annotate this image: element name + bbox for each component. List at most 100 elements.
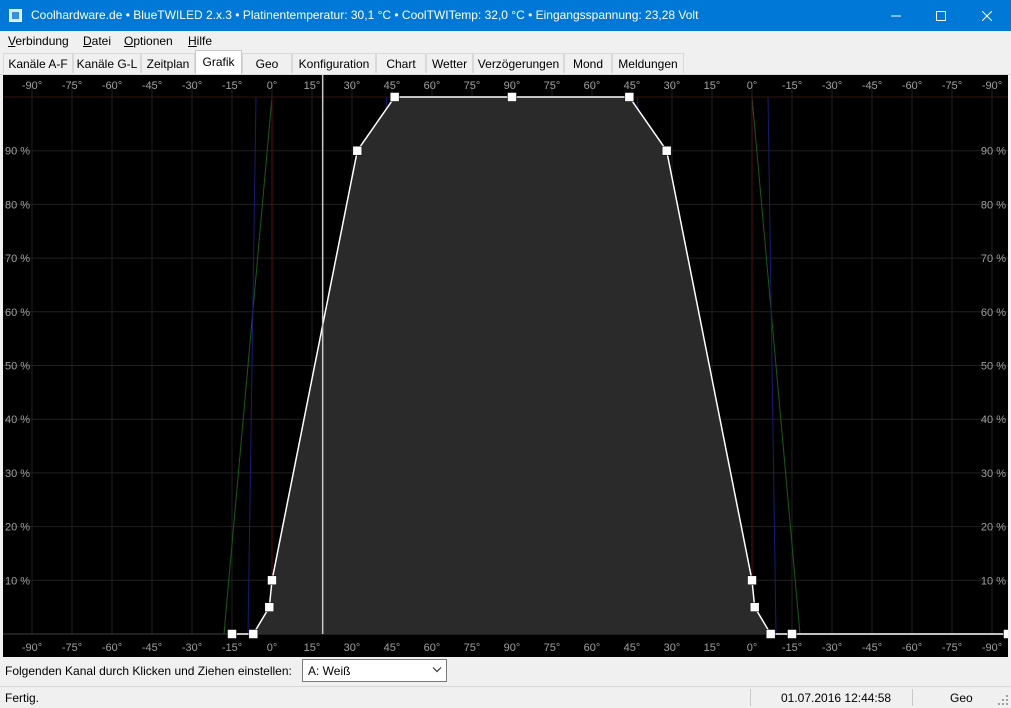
x-tick-label-bottom: -30° bbox=[822, 642, 842, 654]
maximize-icon bbox=[936, 10, 946, 21]
minimize-icon bbox=[891, 15, 901, 16]
x-tick-label-bottom: -60° bbox=[902, 642, 922, 654]
tab-wetter[interactable]: Wetter bbox=[426, 53, 473, 73]
tab-konfiguration[interactable]: Konfiguration bbox=[292, 53, 376, 73]
curve-handle[interactable] bbox=[661, 145, 672, 156]
channel-select[interactable]: A: Weiß bbox=[302, 659, 447, 682]
x-tick-label-bottom: 30° bbox=[344, 642, 361, 654]
tab-grafik[interactable]: Grafik bbox=[195, 50, 242, 74]
curve-handle[interactable] bbox=[264, 602, 275, 612]
channel-select-value: A: Weiß bbox=[308, 664, 351, 678]
x-tick-label-top: 60° bbox=[424, 80, 441, 92]
minimize-button[interactable] bbox=[873, 0, 919, 31]
curve-handle[interactable] bbox=[749, 602, 760, 612]
y-tick-label-right: 30 % bbox=[981, 468, 1006, 480]
y-tick-label-right: 60 % bbox=[981, 307, 1006, 319]
menu-bar: Verbindung Datei Optionen Hilfe bbox=[0, 31, 1011, 51]
y-tick-label-left: 80 % bbox=[5, 199, 30, 211]
x-tick-label-top: 90° bbox=[504, 80, 521, 92]
x-tick-label-top: -15° bbox=[782, 80, 802, 92]
curve-handle[interactable] bbox=[765, 629, 776, 639]
x-tick-label-bottom: -75° bbox=[62, 642, 82, 654]
x-tick-label-bottom: -15° bbox=[222, 642, 242, 654]
curve-handle[interactable] bbox=[624, 92, 635, 102]
curve-handle[interactable] bbox=[389, 92, 400, 102]
tab-strip: Kanäle A-F Kanäle G-L Zeitplan Grafik Ge… bbox=[0, 50, 1011, 75]
chart-canvas[interactable]: -90° -90° -75° -75° -60° -60° -45° -45° -30° -30°… bbox=[3, 75, 1008, 657]
y-tick-label-left: 70 % bbox=[5, 253, 30, 265]
maximize-button[interactable] bbox=[918, 0, 964, 31]
x-tick-label-bottom: 0° bbox=[747, 642, 758, 654]
x-tick-label-bottom: -75° bbox=[942, 642, 962, 654]
sun-curve-chart[interactable]: -90° -90° -75° -75° -60° -60° -45° -45° -30° -30°… bbox=[3, 75, 1008, 657]
close-button[interactable] bbox=[964, 0, 1010, 31]
x-tick-label-bottom: 90° bbox=[504, 642, 521, 654]
x-tick-label-top: -30° bbox=[822, 80, 842, 92]
tab-mond[interactable]: Mond bbox=[564, 53, 612, 73]
menu-verbindung[interactable]: Verbindung bbox=[8, 34, 69, 48]
curve-handle[interactable] bbox=[747, 575, 757, 586]
x-tick-label-bottom: 60° bbox=[584, 642, 601, 654]
x-tick-label-bottom: -90° bbox=[22, 642, 42, 654]
x-tick-label-bottom: 75° bbox=[464, 642, 481, 654]
x-tick-label-top: 30° bbox=[664, 80, 681, 92]
tab-meldungen[interactable]: Meldungen bbox=[612, 53, 684, 73]
x-tick-label-top: 30° bbox=[344, 80, 361, 92]
y-tick-label-left: 10 % bbox=[5, 575, 30, 587]
x-tick-label-top: -45° bbox=[142, 80, 162, 92]
x-tick-label-top: 75° bbox=[464, 80, 481, 92]
x-tick-label-bottom: 0° bbox=[267, 642, 278, 654]
y-tick-label-right: 90 % bbox=[981, 146, 1006, 158]
y-tick-label-left: 60 % bbox=[5, 307, 30, 319]
app-icon bbox=[9, 9, 22, 22]
curve-handle[interactable] bbox=[1003, 629, 1009, 639]
curve-handle[interactable] bbox=[227, 629, 237, 639]
y-tick-label-left: 50 % bbox=[5, 361, 30, 373]
x-tick-label-top: -60° bbox=[902, 80, 922, 92]
y-tick-label-right: 70 % bbox=[981, 253, 1006, 265]
status-mode: Geo bbox=[950, 691, 973, 705]
x-tick-label-top: -45° bbox=[862, 80, 882, 92]
menu-hilfe[interactable]: Hilfe bbox=[188, 34, 212, 48]
curve-handle[interactable] bbox=[267, 575, 277, 586]
x-tick-label-top: -75° bbox=[62, 80, 82, 92]
tab-zeitplan[interactable]: Zeitplan bbox=[141, 53, 195, 73]
x-tick-label-top: -30° bbox=[182, 80, 202, 92]
x-tick-label-bottom: 45° bbox=[384, 642, 401, 654]
x-tick-label-top: 15° bbox=[304, 80, 321, 92]
resize-grip-icon[interactable] bbox=[998, 695, 1009, 706]
chevron-down-icon bbox=[432, 667, 442, 673]
tab-chart[interactable]: Chart bbox=[376, 53, 426, 73]
x-tick-label-bottom: 45° bbox=[624, 642, 641, 654]
status-separator bbox=[912, 689, 913, 706]
x-tick-label-bottom: -45° bbox=[862, 642, 882, 654]
curve-handle[interactable] bbox=[787, 629, 797, 639]
y-tick-label-left: 20 % bbox=[5, 522, 30, 534]
x-tick-label-bottom: -60° bbox=[102, 642, 122, 654]
tab-kanaele-a-f[interactable]: Kanäle A-F bbox=[3, 53, 73, 73]
x-tick-label-bottom: 30° bbox=[664, 642, 681, 654]
x-tick-label-bottom: -15° bbox=[782, 642, 802, 654]
x-tick-label-bottom: 15° bbox=[704, 642, 721, 654]
curve-handle[interactable] bbox=[352, 145, 363, 156]
menu-optionen[interactable]: Optionen bbox=[124, 34, 173, 48]
menu-datei[interactable]: Datei bbox=[83, 34, 111, 48]
channel-label: Folgenden Kanal durch Klicken und Ziehen… bbox=[5, 664, 292, 678]
tab-verzoegerungen[interactable]: Verzögerungen bbox=[473, 53, 564, 73]
tab-geo[interactable]: Geo bbox=[242, 53, 292, 73]
tab-kanaele-g-l[interactable]: Kanäle G-L bbox=[73, 53, 141, 73]
x-tick-label-top: 0° bbox=[747, 80, 758, 92]
close-icon bbox=[982, 10, 992, 21]
x-tick-label-top: 75° bbox=[544, 80, 561, 92]
x-tick-label-top: 45° bbox=[384, 80, 401, 92]
curve-handle[interactable] bbox=[248, 629, 259, 639]
title-bar: Coolhardware.de • BlueTWILED 2.x.3 • Pla… bbox=[0, 0, 1011, 31]
y-tick-label-right: 40 % bbox=[981, 414, 1006, 426]
y-tick-label-right: 10 % bbox=[981, 575, 1006, 587]
status-separator bbox=[750, 689, 751, 706]
y-tick-label-left: 40 % bbox=[5, 414, 30, 426]
curve-handle[interactable] bbox=[507, 92, 517, 102]
y-tick-label-right: 50 % bbox=[981, 361, 1006, 373]
x-tick-label-bottom: -30° bbox=[182, 642, 202, 654]
x-tick-label-top: 15° bbox=[704, 80, 721, 92]
